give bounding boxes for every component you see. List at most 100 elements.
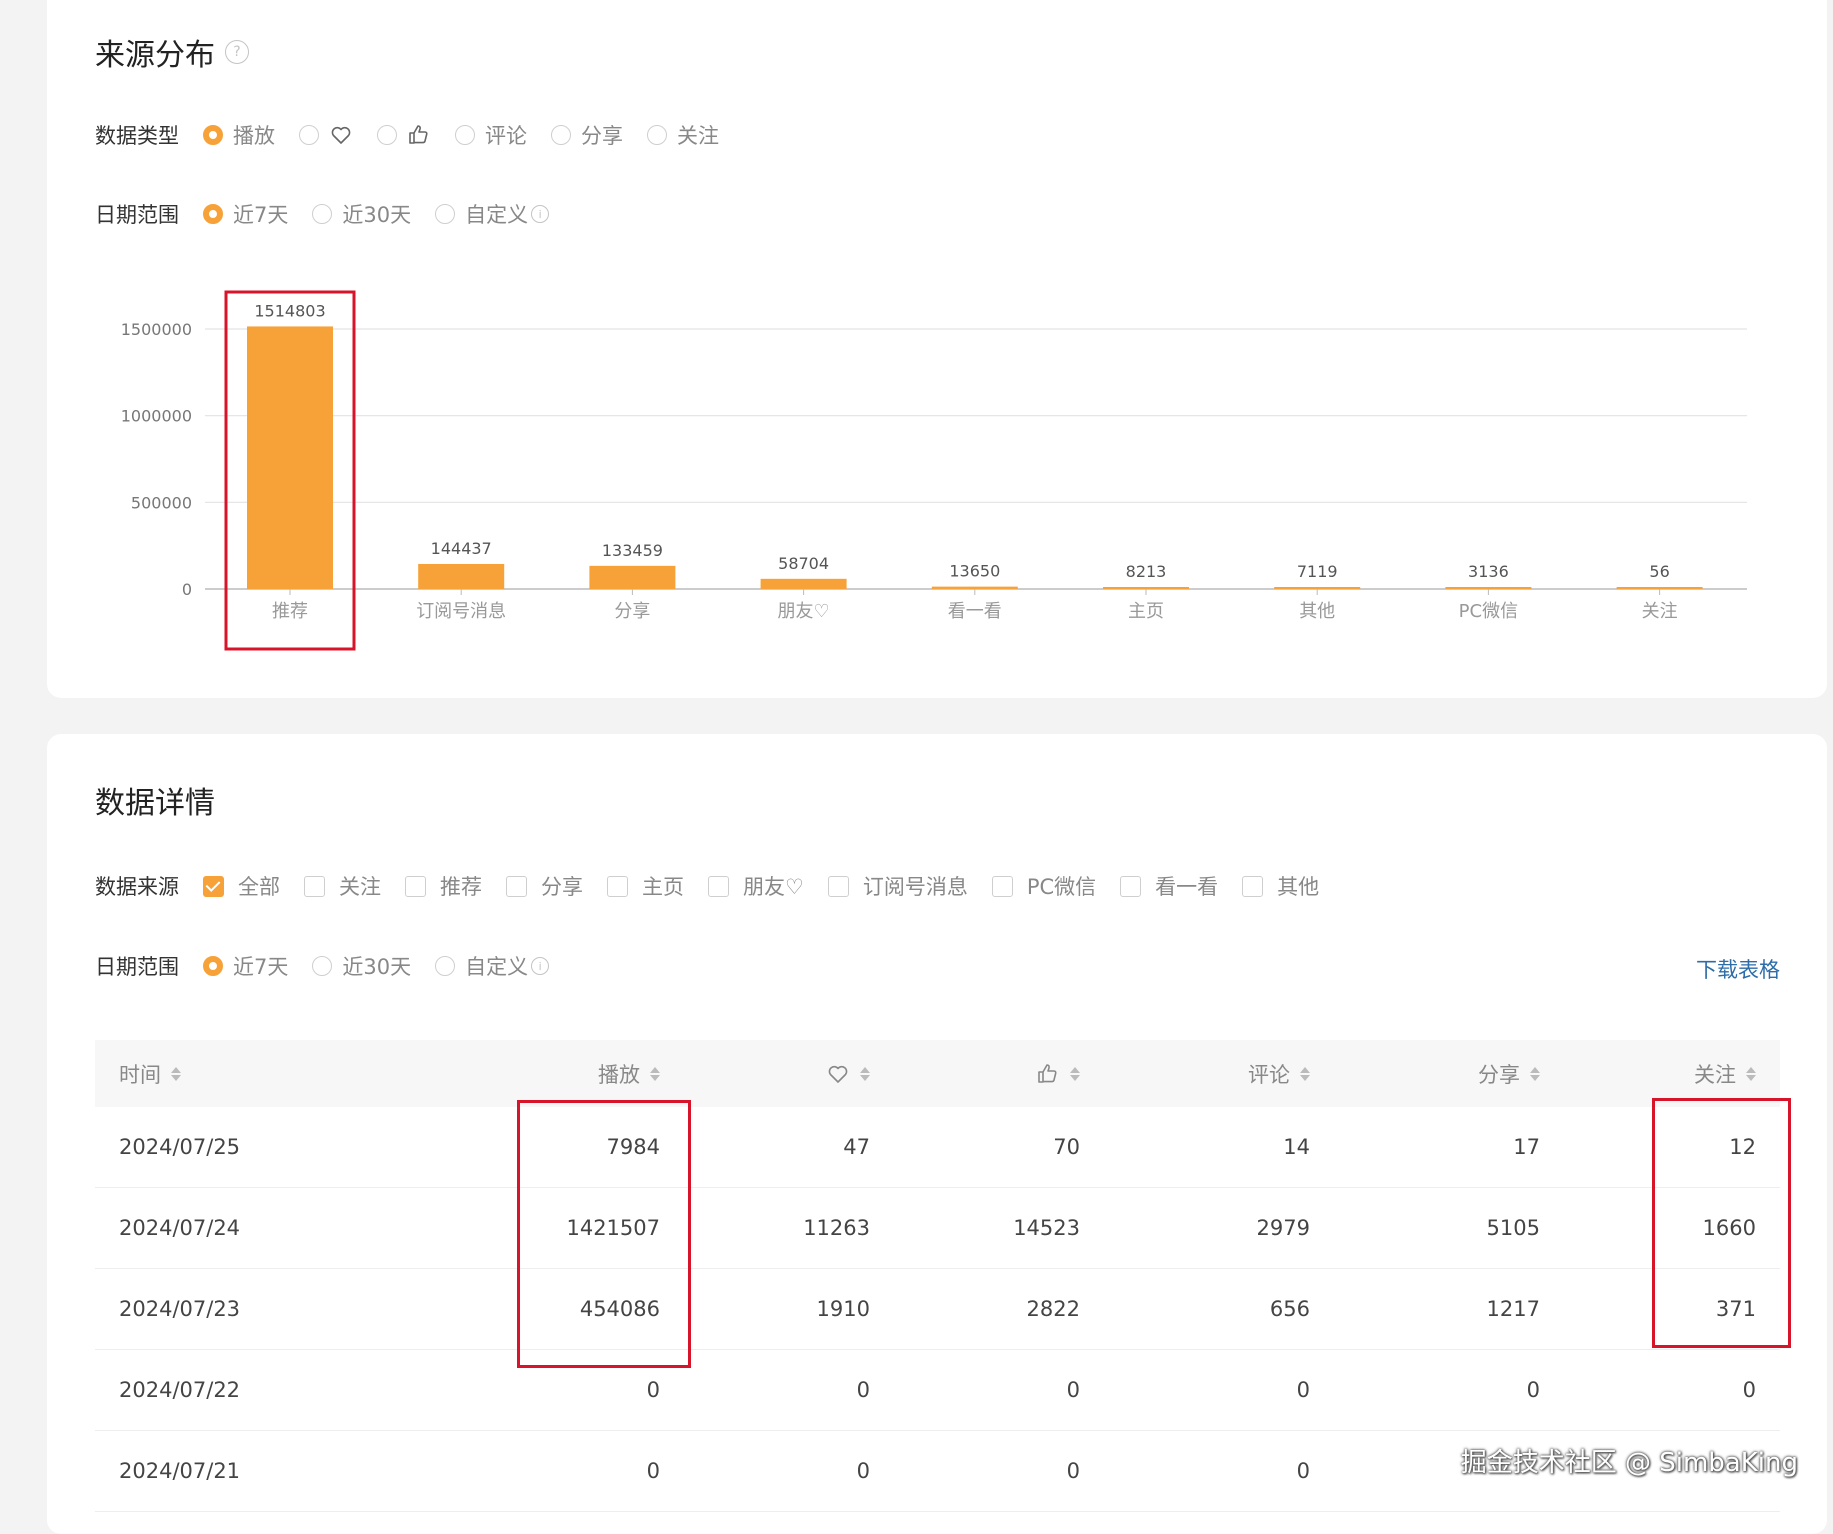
source-bar-chart: 0 500000 1000000 1500000 1514803 推荐 144437 订阅号消… [121,290,1747,651]
source-option-4[interactable]: 主页 [607,871,684,901]
table-cell: 0 [1296,1378,1310,1402]
table-cell: 47 [843,1135,870,1159]
checkbox[interactable] [203,875,224,897]
detail-section-header: 数据详情 [95,778,215,822]
checkbox[interactable] [304,875,325,897]
option-label: 推荐 [440,875,482,899]
detail-section-title: 数据详情 [95,786,215,821]
sort-icon[interactable] [860,1066,870,1081]
column-header-3[interactable] [915,1062,1125,1086]
table-cell: 0 [856,1378,870,1402]
bar-value-label: 7119 [1297,562,1338,581]
column-header-label: 播放 [598,1062,640,1087]
checkbox[interactable] [827,875,849,897]
sort-icon[interactable] [1746,1066,1756,1081]
table-cell: 14523 [1013,1216,1080,1240]
table-cell: 2024/07/21 [119,1459,241,1483]
bar-6 [1274,587,1361,589]
data-detail-card: 数据详情 数据来源 全部 关注 推荐 分享 主页 朋友♡ 订阅号消息 PC微信 看一看 其他 日期… [47,734,1827,1534]
detail-date-option-30d[interactable]: 近30天 [312,951,411,981]
sort-icon[interactable] [1530,1066,1540,1081]
table-cell: 1217 [1486,1297,1540,1321]
table-cell: 0 [856,1459,870,1483]
radio-custom[interactable] [435,956,456,976]
y-tick-label: 0 [182,580,192,599]
x-category-label: 分享 [614,601,650,622]
x-category-label: 关注 [1642,601,1678,622]
watermark: 掘金技术社区 @ SimbaKing [1460,1448,1798,1478]
sort-icon[interactable] [1300,1066,1310,1081]
data-source-filter: 数据来源 全部 关注 推荐 分享 主页 朋友♡ 订阅号消息 PC微信 看一看 其他 [95,870,1343,902]
column-header-2[interactable] [705,1062,915,1086]
option-label: 自定义 [465,955,529,979]
column-header-6[interactable]: 关注 [1585,1059,1780,1089]
source-option-5[interactable]: 朋友♡ [708,871,804,901]
checkbox[interactable] [991,875,1013,897]
x-category-label: 看一看 [948,601,1002,622]
table-row: 2024/07/22 0 0 0 0 0 0 [95,1350,1780,1431]
checkbox[interactable] [506,875,527,897]
option-label: 关注 [339,875,381,899]
date-range-label: 日期范围 [95,955,179,979]
x-category-label: 朋友♡ [778,601,830,622]
checkbox[interactable] [1242,875,1264,897]
checkbox[interactable] [708,875,729,897]
table-cell: 17 [1513,1135,1540,1159]
column-header-4[interactable]: 评论 [1125,1059,1355,1089]
x-category-label: 主页 [1128,601,1164,622]
radio-30d[interactable] [312,956,333,976]
bar-value-label: 8213 [1126,562,1167,581]
checkbox[interactable] [405,875,426,897]
table-row: 2024/07/25 7984 47 70 14 17 12 [95,1107,1780,1188]
table-header: 时间 播放 评论 分享 关注 [95,1040,1780,1107]
option-label: PC微信 [1026,875,1097,899]
sort-icon[interactable] [650,1066,660,1081]
heart-icon [828,1065,848,1083]
source-option-8[interactable]: 看一看 [1120,871,1218,901]
table-cell: 70 [1053,1135,1080,1159]
table-cell: 0 [646,1459,660,1483]
option-label: 订阅号消息 [862,875,968,899]
sort-icon[interactable] [171,1066,181,1081]
table-cell: 656 [1269,1297,1310,1321]
source-option-1[interactable]: 关注 [304,871,381,901]
x-category-label: 推荐 [272,601,308,622]
detail-date-range-filter: 日期范围 近7天 近30天 自定义 i [95,950,573,982]
option-label: 近7天 [233,955,289,979]
table-cell: 14 [1283,1135,1310,1159]
x-category-label: PC微信 [1459,601,1518,622]
option-label: 看一看 [1155,875,1219,899]
sort-icon[interactable] [1070,1066,1080,1081]
option-label: 朋友♡ [743,875,804,899]
source-option-6[interactable]: 订阅号消息 [827,871,968,901]
table-cell: 2024/07/23 [119,1297,241,1321]
bar-value-label: 3136 [1468,562,1509,581]
download-table-link[interactable]: 下载表格 [1696,954,1780,984]
column-header-1[interactable]: 播放 [465,1059,705,1089]
source-option-3[interactable]: 分享 [506,871,583,901]
column-header-label: 关注 [1694,1062,1736,1087]
column-header-5[interactable]: 分享 [1355,1059,1585,1089]
checkbox[interactable] [1120,875,1142,897]
option-label: 分享 [541,875,583,899]
table-row: 2024/07/24 1421507 11263 14523 2979 5105 1660 [95,1188,1780,1269]
highlight-box-play-column [517,1100,691,1368]
table-row: 2024/07/23 454086 1910 2822 656 1217 371 [95,1269,1780,1350]
column-header-0[interactable]: 时间 [95,1059,465,1089]
source-option-7[interactable]: PC微信 [991,871,1097,901]
thumbs-up-icon [1038,1063,1057,1083]
source-option-2[interactable]: 推荐 [405,871,482,901]
bar-value-label: 133459 [602,541,663,560]
source-option-0[interactable]: 全部 [203,871,280,901]
info-icon[interactable]: i [531,957,550,975]
table-cell: 2024/07/24 [119,1216,241,1240]
detail-date-option-custom[interactable]: 自定义 i [435,951,550,981]
table-cell: 2024/07/25 [119,1135,241,1159]
table-cell: 0 [1066,1378,1080,1402]
radio-7d[interactable] [203,956,223,976]
column-header-label: 评论 [1248,1062,1290,1087]
checkbox[interactable] [607,875,628,897]
detail-date-option-7d[interactable]: 近7天 [203,951,288,981]
bar-value-label: 58704 [778,554,829,573]
source-option-9[interactable]: 其他 [1242,871,1319,901]
